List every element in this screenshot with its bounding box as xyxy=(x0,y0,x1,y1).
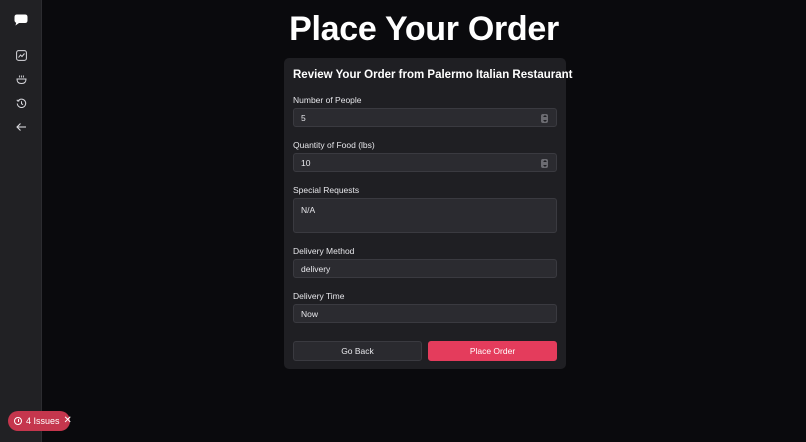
history-icon xyxy=(15,98,26,108)
sidebar-item-history[interactable] xyxy=(5,93,37,113)
delivery-time-value: Now xyxy=(301,308,319,319)
delivery-method-label: Delivery Method xyxy=(293,246,355,256)
go-back-button[interactable]: Go Back xyxy=(293,341,422,361)
sidebar-item-home[interactable] xyxy=(5,10,37,30)
issues-badge-label: 4 Issues xyxy=(26,416,60,426)
card-title: Review Your Order from Palermo Italian R… xyxy=(293,69,573,81)
sidebar-item-analytics[interactable] xyxy=(5,45,37,65)
sidebar-item-food[interactable] xyxy=(5,69,37,89)
people-label: Number of People xyxy=(293,95,362,105)
food-quantity-label: Quantity of Food (lbs) xyxy=(293,140,375,150)
delivery-time-label: Delivery Time xyxy=(293,291,345,301)
food-quantity-input[interactable]: 10 xyxy=(293,153,557,172)
issues-badge[interactable]: 4 Issues ✕ xyxy=(8,411,72,431)
special-requests-textarea[interactable]: N/A xyxy=(293,198,557,233)
place-order-button[interactable]: Place Order xyxy=(428,341,557,361)
delivery-method-value: delivery xyxy=(301,263,331,274)
food-quantity-value: 10 xyxy=(301,157,311,168)
chat-bubble-icon xyxy=(14,14,28,26)
sidebar-item-back[interactable] xyxy=(5,117,37,137)
delivery-time-input[interactable]: Now xyxy=(293,304,557,323)
close-icon[interactable]: ✕ xyxy=(64,416,72,426)
people-input[interactable]: 5 xyxy=(293,108,557,127)
special-requests-label: Special Requests xyxy=(293,185,360,195)
food-quantity-stepper[interactable] xyxy=(541,159,548,168)
app-root: 4 Issues ✕ Place Your Order Review Your … xyxy=(0,0,806,442)
people-value: 5 xyxy=(301,112,306,123)
alert-circle-icon xyxy=(14,417,22,425)
page-title: Place Your Order xyxy=(289,10,559,48)
arrow-left-icon xyxy=(15,123,26,131)
sidebar xyxy=(0,0,42,442)
delivery-method-input[interactable]: delivery xyxy=(293,259,557,278)
analytics-icon xyxy=(15,49,27,61)
people-stepper[interactable] xyxy=(541,114,548,123)
food-bowl-icon xyxy=(15,74,27,84)
special-requests-value: N/A xyxy=(301,205,316,215)
